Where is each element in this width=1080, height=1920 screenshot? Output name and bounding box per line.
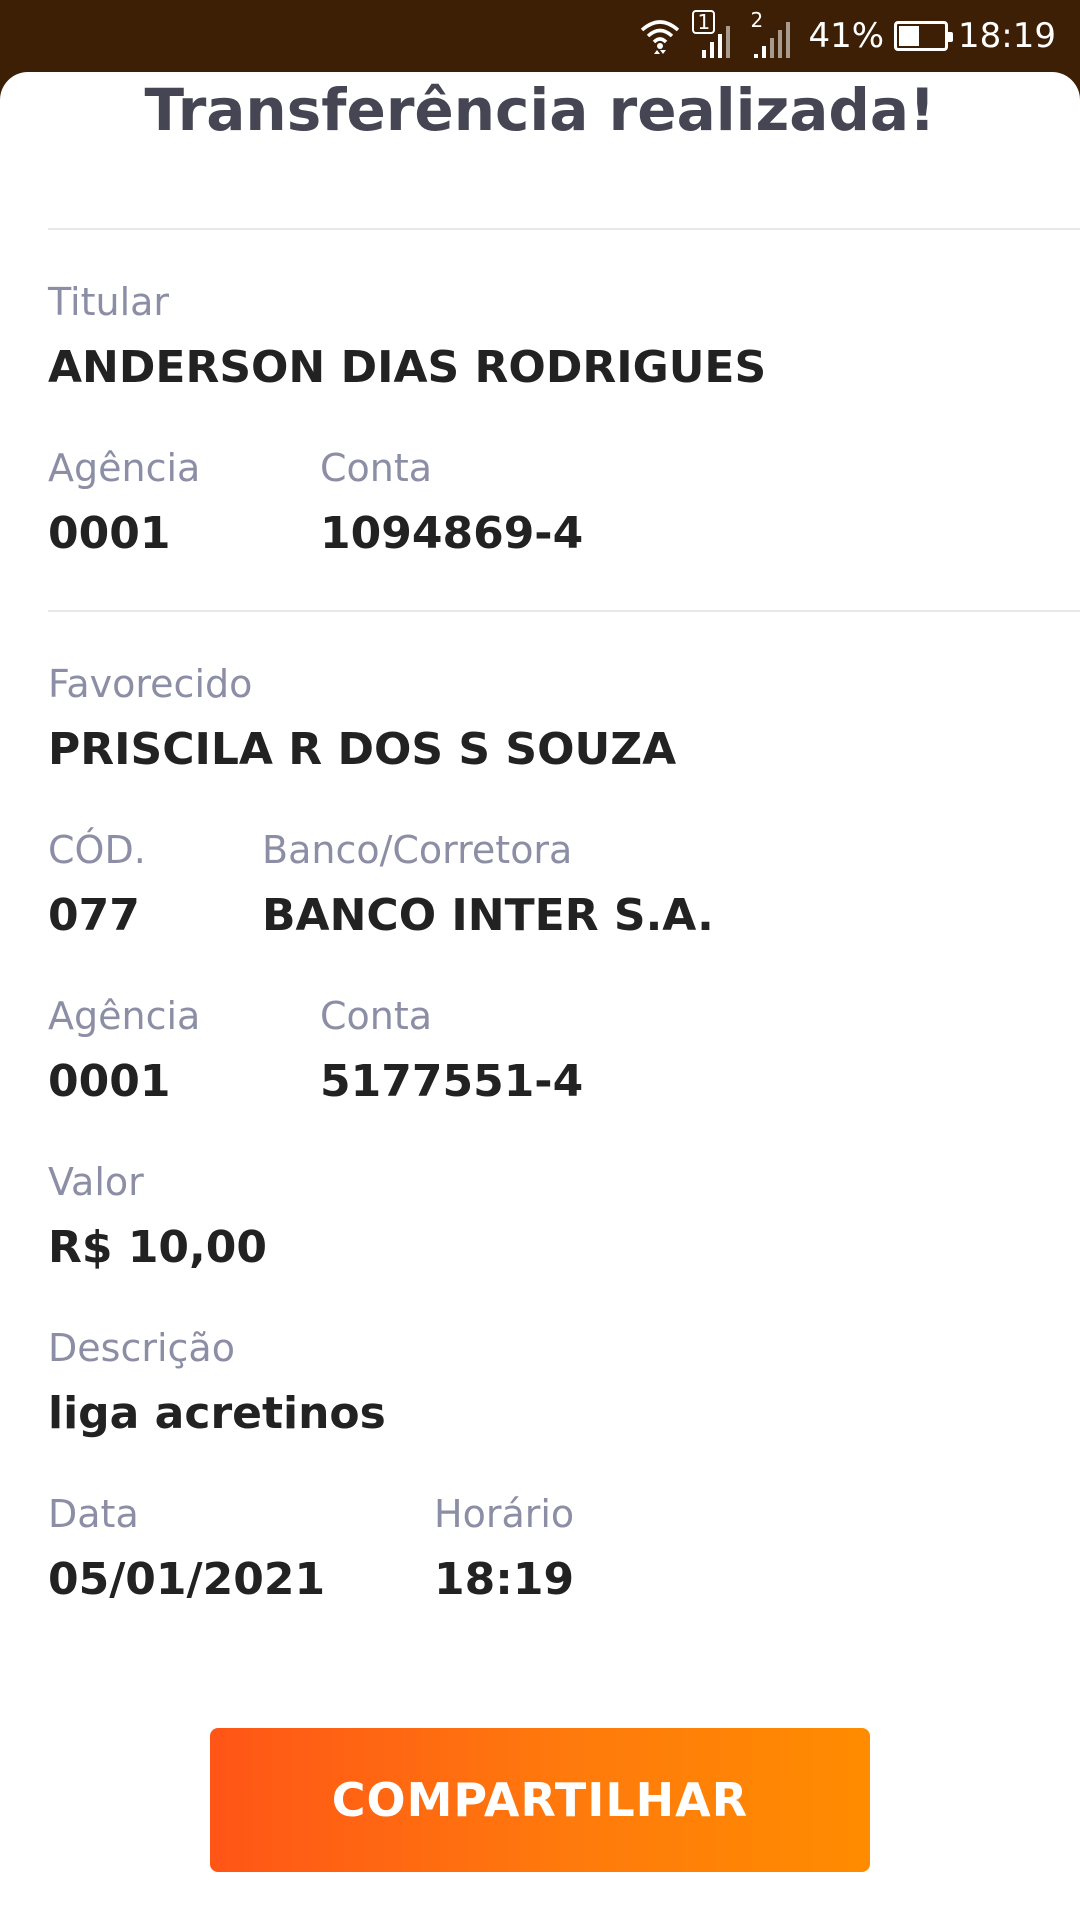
description-label: Descrição: [48, 1326, 235, 1370]
payee-label: Favorecido: [48, 662, 253, 706]
sim1-label: 1: [692, 10, 716, 34]
wifi-icon: [638, 14, 682, 58]
payee-agency-value: 0001: [48, 1056, 171, 1107]
sim2-label: 2: [750, 8, 764, 32]
bank-name-value: BANCO INTER S.A.: [262, 890, 714, 941]
payee-name: PRISCILA R DOS S SOUZA: [48, 724, 677, 775]
bank-name-label: Banco/Corretora: [262, 828, 573, 872]
sender-agency-label: Agência: [48, 446, 201, 490]
holder-label: Titular: [48, 280, 170, 324]
date-label: Data: [48, 1492, 139, 1536]
signal-sim2-icon: 2: [750, 10, 798, 62]
date-value: 05/01/2021: [48, 1554, 326, 1605]
share-button[interactable]: COMPARTILHAR: [210, 1728, 870, 1872]
holder-name: ANDERSON DIAS RODRIGUES: [48, 342, 767, 393]
transfer-receipt-sheet: Transferência realizada! Titular ANDERSO…: [0, 72, 1080, 1920]
battery-fill: [899, 26, 919, 46]
divider-middle: [48, 610, 1080, 612]
amount-label: Valor: [48, 1160, 144, 1204]
time-value: 18:19: [434, 1554, 575, 1605]
bank-code-value: 077: [48, 890, 140, 941]
sender-account-label: Conta: [320, 446, 433, 490]
status-bar: 1 2 41% 18:19: [0, 0, 1080, 72]
battery-icon: [894, 21, 954, 51]
status-time: 18:19: [958, 16, 1056, 56]
time-label: Horário: [434, 1492, 575, 1536]
bank-code-label: CÓD.: [48, 828, 146, 872]
divider-top: [48, 228, 1080, 230]
description-value: liga acretinos: [48, 1388, 386, 1439]
amount-value: R$ 10,00: [48, 1222, 267, 1273]
payee-account-label: Conta: [320, 994, 433, 1038]
signal-sim1-icon: 1: [692, 10, 740, 62]
battery-percent: 41%: [808, 16, 885, 56]
page-title: Transferência realizada!: [144, 76, 936, 144]
sender-agency-value: 0001: [48, 508, 171, 559]
status-icons: 1 2 41% 18:19: [638, 0, 1056, 72]
payee-account-value: 5177551-4: [320, 1056, 584, 1107]
sender-account-value: 1094869-4: [320, 508, 584, 559]
payee-agency-label: Agência: [48, 994, 201, 1038]
